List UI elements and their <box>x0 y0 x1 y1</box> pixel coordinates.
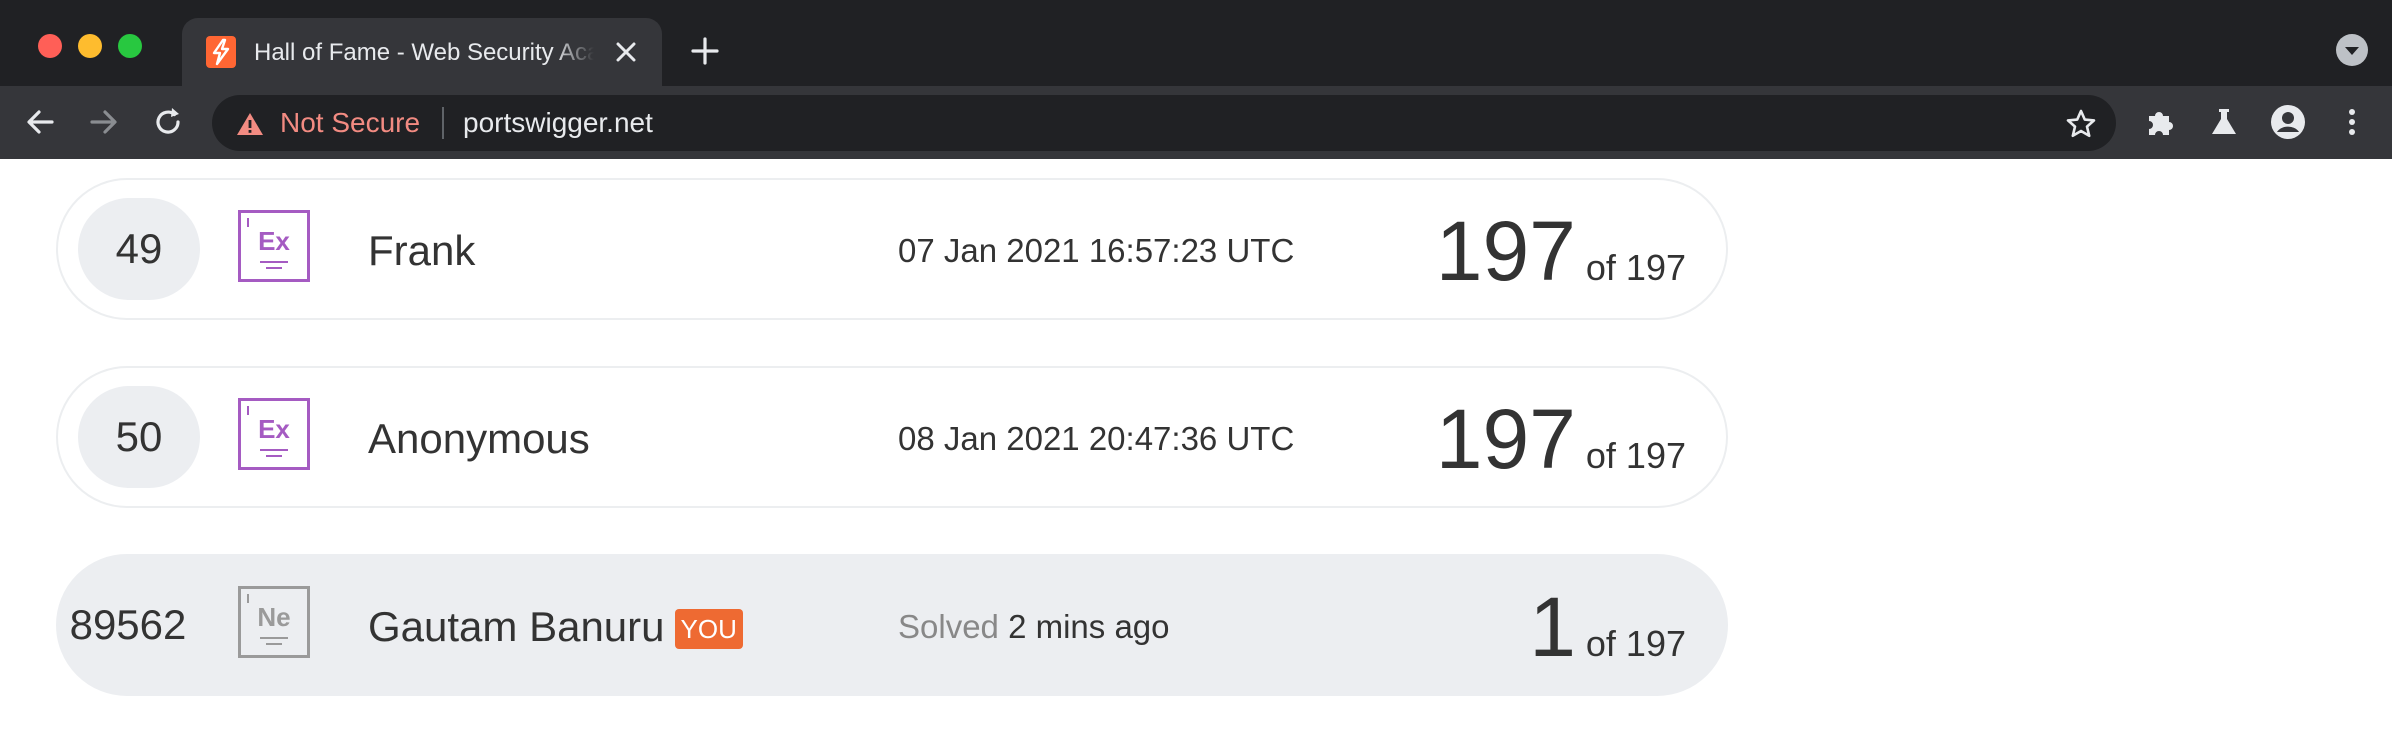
address-bar[interactable]: Not Secure portswigger.net <box>212 95 2116 151</box>
more-menu-kebab-icon[interactable] <box>2332 102 2372 142</box>
you-badge: YOU <box>674 609 743 649</box>
solved-prefix: Solved <box>898 608 999 645</box>
back-arrow-icon[interactable] <box>20 102 60 142</box>
solved-time: 2 mins ago <box>1008 608 1170 645</box>
tab-close-icon[interactable] <box>612 38 640 66</box>
warning-triangle-icon[interactable] <box>236 111 264 137</box>
rank-badge: 49 <box>78 198 200 300</box>
new-tab-plus-icon[interactable] <box>688 34 722 68</box>
total-count: of 197 <box>1585 247 1686 288</box>
leaderboard-row: 50 Ex Anonymous 08 Jan 2021 20:47:36 UTC… <box>56 366 1728 508</box>
profile-avatar-icon[interactable] <box>2268 102 2308 142</box>
rank-badge: 50 <box>78 386 200 488</box>
bookmark-star-icon[interactable] <box>2064 107 2098 141</box>
solved-count: 1 <box>1529 580 1576 674</box>
completion-date: Solved 2 mins ago <box>898 606 1170 648</box>
url-divider <box>442 107 444 139</box>
expert-level-icon: Ex <box>238 398 310 470</box>
extensions-puzzle-icon[interactable] <box>2140 102 2180 142</box>
total-count: of 197 <box>1585 435 1686 476</box>
tab-search-chevron-icon[interactable] <box>2336 34 2368 66</box>
newbie-level-icon: Ne <box>238 586 310 658</box>
completion-date: 08 Jan 2021 20:47:36 UTC <box>898 420 1295 457</box>
not-secure-label[interactable]: Not Secure <box>280 107 420 139</box>
close-window-button[interactable] <box>38 34 62 58</box>
browser-tab-active[interactable]: Hall of Fame - Web Security Academy <box>182 18 662 86</box>
score: 197 of 197 <box>1436 392 1686 486</box>
svg-text:Ne: Ne <box>257 602 290 632</box>
reload-icon[interactable] <box>148 102 188 142</box>
score: 1 of 197 <box>1529 580 1686 674</box>
score: 197 of 197 <box>1436 204 1686 298</box>
minimize-window-button[interactable] <box>78 34 102 58</box>
expert-level-icon: Ex <box>238 210 310 282</box>
browser-chrome: Hall of Fame - Web Security Academy <box>0 0 2392 159</box>
solved-count: 197 <box>1435 204 1576 298</box>
portswigger-favicon-icon <box>206 36 236 68</box>
player-name: Frank <box>368 227 476 274</box>
svg-text:Ex: Ex <box>258 226 290 256</box>
tab-title: Hall of Fame - Web Security Academy <box>254 39 594 66</box>
leaderboard-row: 49 Ex Frank 07 Jan 2021 16:57:23 UTC 197… <box>56 178 1728 320</box>
maximize-window-button[interactable] <box>118 34 142 58</box>
total-count: of 197 <box>1585 623 1686 664</box>
browser-toolbar: Not Secure portswigger.net <box>0 86 2392 159</box>
url-text[interactable]: portswigger.net <box>463 107 653 139</box>
labs-flask-icon[interactable] <box>2204 102 2244 142</box>
rank-badge: 89562 <box>69 601 187 648</box>
player-name: Gautam Banuru YOU <box>368 602 743 652</box>
forward-arrow-icon[interactable] <box>84 102 124 142</box>
title-bar: Hall of Fame - Web Security Academy <box>0 0 2392 86</box>
player-name-text: Gautam Banuru <box>368 603 665 650</box>
completion-date: 07 Jan 2021 16:57:23 UTC <box>898 232 1295 269</box>
leaderboard-row-current-user: 89562 Ne Gautam Banuru YOU Solved 2 mins … <box>56 554 1728 696</box>
player-name: Anonymous <box>368 415 590 462</box>
svg-text:Ex: Ex <box>258 414 290 444</box>
solved-count: 197 <box>1435 392 1576 486</box>
